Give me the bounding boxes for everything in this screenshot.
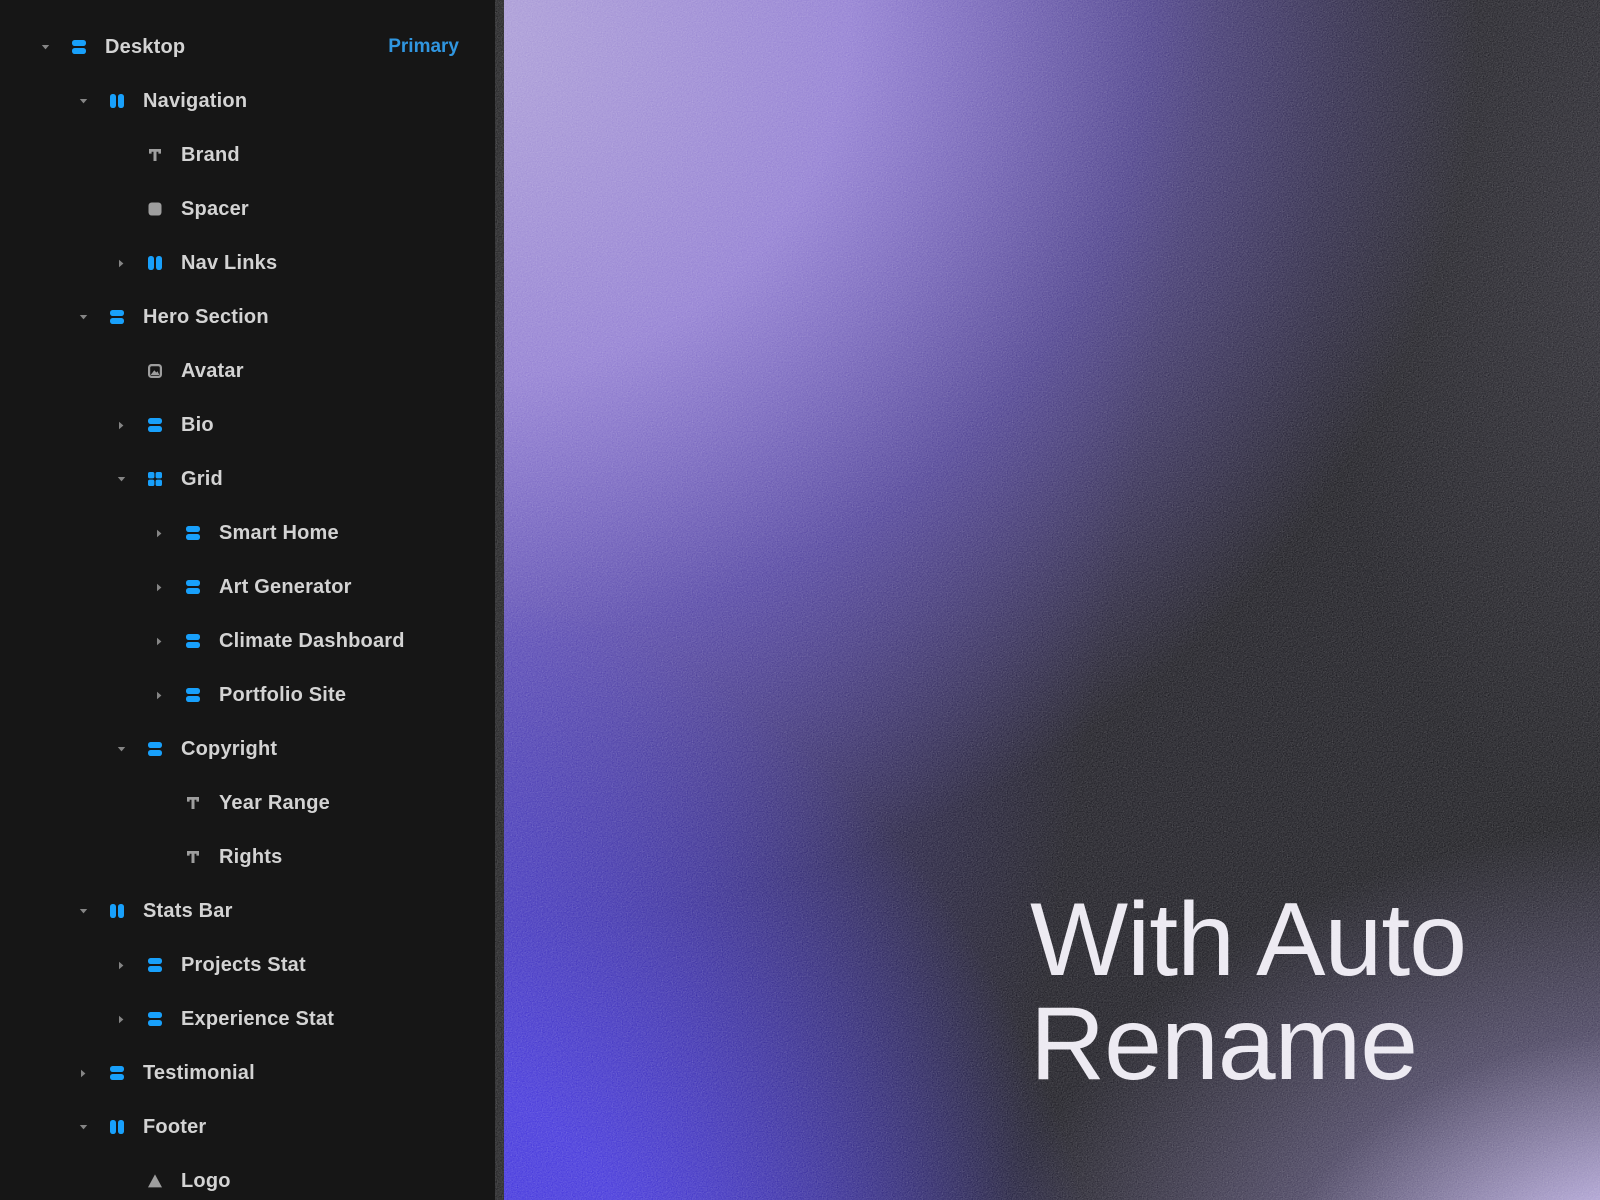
layer-row-nav-links[interactable]: Nav Links (0, 236, 495, 290)
layer-row-climate-dashboard[interactable]: Climate Dashboard (0, 614, 495, 668)
triangle-icon (145, 1171, 165, 1191)
layer-row-testimonial[interactable]: Testimonial (0, 1046, 495, 1100)
primary-badge: Primary (388, 36, 459, 58)
layer-name: Climate Dashboard (219, 630, 405, 653)
chevron-right-icon[interactable] (147, 683, 171, 707)
layer-name: Navigation (143, 90, 247, 113)
autolayout-vertical-icon (145, 1009, 165, 1029)
autolayout-vertical-icon (183, 577, 203, 597)
layer-row-grid[interactable]: Grid (0, 452, 495, 506)
chevron-down-icon[interactable] (71, 305, 95, 329)
autolayout-vertical-icon (183, 523, 203, 543)
layers-panel: Desktop Primary Navigation Brand Spacer … (0, 0, 495, 1200)
chevron-right-icon[interactable] (109, 953, 133, 977)
autolayout-vertical-icon (107, 307, 127, 327)
layer-row-rights[interactable]: Rights (0, 830, 495, 884)
autolayout-horizontal-icon (107, 901, 127, 921)
rectangle-icon (145, 199, 165, 219)
text-icon (183, 847, 203, 867)
layer-row-smart-home[interactable]: Smart Home (0, 506, 495, 560)
autolayout-vertical-icon (69, 37, 89, 57)
panel-edge-divider (495, 0, 504, 1200)
headline-line-1: With Auto (1030, 888, 1466, 992)
layer-row-footer[interactable]: Footer (0, 1100, 495, 1154)
canvas-artboard[interactable]: With Auto Rename (495, 0, 1600, 1200)
layer-name: Year Range (219, 792, 330, 815)
chevron-empty (109, 143, 133, 167)
layer-row-art-generator[interactable]: Art Generator (0, 560, 495, 614)
layer-row-avatar[interactable]: Avatar (0, 344, 495, 398)
autolayout-vertical-icon (145, 415, 165, 435)
chevron-right-icon[interactable] (147, 521, 171, 545)
chevron-empty (109, 1169, 133, 1193)
layer-name: Art Generator (219, 576, 352, 599)
layer-row-year-range[interactable]: Year Range (0, 776, 495, 830)
autolayout-horizontal-icon (107, 1117, 127, 1137)
layer-name: Nav Links (181, 252, 277, 275)
autolayout-horizontal-icon (145, 253, 165, 273)
layer-name: Desktop (105, 36, 185, 59)
layer-name: Smart Home (219, 522, 339, 545)
layer-name: Projects Stat (181, 954, 306, 977)
layer-name: Spacer (181, 198, 249, 221)
layer-row-brand[interactable]: Brand (0, 128, 495, 182)
layer-name: Grid (181, 468, 223, 491)
autolayout-vertical-icon (107, 1063, 127, 1083)
chevron-right-icon[interactable] (109, 251, 133, 275)
chevron-down-icon[interactable] (71, 1115, 95, 1139)
chevron-right-icon[interactable] (147, 629, 171, 653)
layer-name: Hero Section (143, 306, 269, 329)
layer-row-spacer[interactable]: Spacer (0, 182, 495, 236)
layer-row-bio[interactable]: Bio (0, 398, 495, 452)
autolayout-vertical-icon (145, 955, 165, 975)
text-icon (145, 145, 165, 165)
layer-row-copyright[interactable]: Copyright (0, 722, 495, 776)
chevron-empty (147, 845, 171, 869)
chevron-down-icon[interactable] (109, 467, 133, 491)
layer-name: Stats Bar (143, 900, 233, 923)
autolayout-vertical-icon (183, 631, 203, 651)
chevron-down-icon[interactable] (71, 899, 95, 923)
layer-tree: Desktop Primary Navigation Brand Spacer … (0, 20, 495, 1200)
chevron-down-icon[interactable] (33, 35, 57, 59)
layer-row-portfolio-site[interactable]: Portfolio Site (0, 668, 495, 722)
headline-line-2: Rename (1030, 992, 1466, 1096)
chevron-empty (109, 359, 133, 383)
layer-name: Bio (181, 414, 214, 437)
layer-row-stats-bar[interactable]: Stats Bar (0, 884, 495, 938)
layer-row-experience-stat[interactable]: Experience Stat (0, 992, 495, 1046)
layer-name: Copyright (181, 738, 277, 761)
chevron-right-icon[interactable] (71, 1061, 95, 1085)
layer-name: Logo (181, 1170, 231, 1193)
text-icon (183, 793, 203, 813)
chevron-down-icon[interactable] (109, 737, 133, 761)
image-icon (145, 361, 165, 381)
layer-name: Rights (219, 846, 282, 869)
chevron-right-icon[interactable] (147, 575, 171, 599)
layer-row-logo[interactable]: Logo (0, 1154, 495, 1200)
layer-name: Experience Stat (181, 1008, 334, 1031)
chevron-empty (109, 197, 133, 221)
autolayout-vertical-icon (183, 685, 203, 705)
autolayout-horizontal-icon (107, 91, 127, 111)
layer-row-navigation[interactable]: Navigation (0, 74, 495, 128)
autolayout-vertical-icon (145, 739, 165, 759)
layer-name: Testimonial (143, 1062, 255, 1085)
layer-name: Brand (181, 144, 240, 167)
chevron-empty (147, 791, 171, 815)
layer-name: Avatar (181, 360, 244, 383)
grid-icon (145, 469, 165, 489)
layer-row-projects-stat[interactable]: Projects Stat (0, 938, 495, 992)
headline-text-layer[interactable]: With Auto Rename (1030, 888, 1466, 1096)
layer-row-hero-section[interactable]: Hero Section (0, 290, 495, 344)
layer-row-desktop[interactable]: Desktop Primary (0, 20, 495, 74)
figma-window: Desktop Primary Navigation Brand Spacer … (0, 0, 1600, 1200)
chevron-right-icon[interactable] (109, 1007, 133, 1031)
layer-name: Portfolio Site (219, 684, 346, 707)
layer-name: Footer (143, 1116, 206, 1139)
chevron-down-icon[interactable] (71, 89, 95, 113)
chevron-right-icon[interactable] (109, 413, 133, 437)
